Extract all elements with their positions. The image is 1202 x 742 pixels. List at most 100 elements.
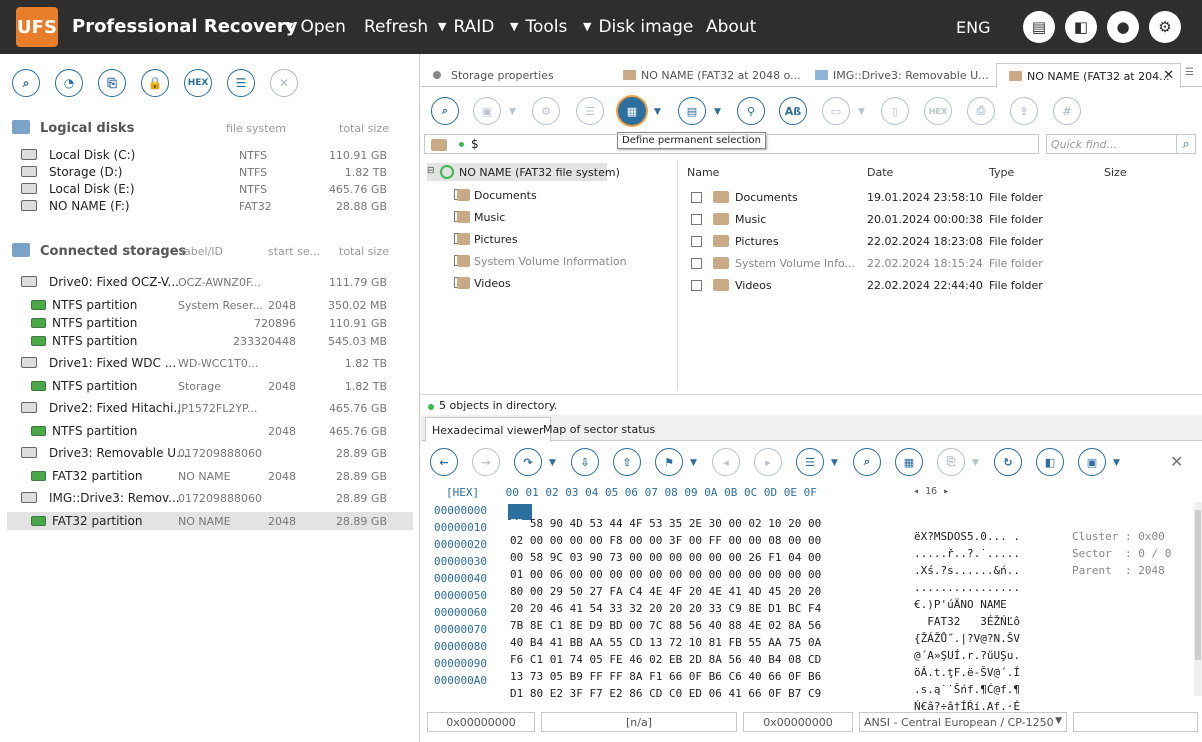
menu-raid[interactable]: ▼ RAID	[438, 17, 494, 37]
column-name[interactable]: Name	[687, 166, 719, 179]
hex-row[interactable]: 00000030 01 00 06 00 00 00 00 00 00 00 0…	[424, 555, 1194, 594]
scrollbar-thumb[interactable]	[1195, 510, 1201, 660]
drive-row[interactable]: Drive0: Fixed OCZ-V... OCZ-AWNZ0F... 111…	[7, 273, 413, 291]
tree-folder[interactable]: System Volume Information	[454, 252, 654, 270]
file-row[interactable]: Music 20.01.2024 00:00:38 File folder	[679, 209, 1199, 229]
hex-row[interactable]: 00000040 80 00 29 50 27 FA C4 4E 4F 20 4…	[424, 572, 1194, 611]
checkbox[interactable]	[691, 214, 702, 225]
value-field[interactable]: [n/a]	[541, 712, 737, 732]
list-icon[interactable]: ☰	[227, 69, 255, 97]
partition-row[interactable]: FAT32 partition NO NAME 2048 28.89 GB	[7, 467, 413, 485]
define-selection-button[interactable]: ▦	[618, 97, 646, 125]
logical-disk-row[interactable]: Local Disk (E:) NTFS 465.76 GB	[7, 180, 413, 198]
search-icon[interactable]: ⌕	[12, 69, 40, 97]
drive-row[interactable]: IMG::Drive3: Remov... 017209888060 28.89…	[7, 489, 413, 507]
tab-storage-properties[interactable]: Storage properties	[421, 63, 616, 87]
tree-folder[interactable]: Music	[454, 208, 654, 226]
hex-scrollbar[interactable]	[1194, 502, 1202, 696]
dropdown-arrow-icon[interactable]: ▼	[549, 458, 556, 468]
back-icon[interactable]: ←	[430, 448, 458, 476]
hex-viewer[interactable]: [HEX] 00 01 02 03 04 05 06 07 08 09 0A 0…	[424, 482, 1202, 713]
tab-list-icon[interactable]: ☰	[1185, 67, 1194, 78]
file-row[interactable]: Documents 19.01.2024 23:58:10 File folde…	[679, 187, 1199, 207]
tab-fat32-view[interactable]: NO NAME (FAT32 at 2048 o...	[611, 63, 801, 87]
file-row[interactable]: Videos 22.02.2024 22:44:40 File folder	[679, 275, 1199, 295]
menu-tools[interactable]: ▼ Tools	[510, 17, 567, 37]
save-icon[interactable]: ▣	[1078, 448, 1106, 476]
tree-folder[interactable]: Pictures	[454, 230, 654, 248]
scan-icon[interactable]: ◔	[55, 69, 83, 97]
dropdown-arrow-icon[interactable]: ▼	[1113, 458, 1120, 468]
hex-row[interactable]: 000000A0 D1 80 E2 3F F7 E2 86 CD C0 ED 0…	[424, 674, 1194, 713]
checklist-icon[interactable]: ☰	[576, 97, 604, 125]
dropdown-arrow-icon[interactable]: ▼	[972, 458, 979, 468]
print-icon[interactable]: ⎙	[967, 97, 995, 125]
list-icon[interactable]: ☰	[796, 448, 824, 476]
panels-icon[interactable]: ◧	[1065, 11, 1097, 43]
path-bar[interactable]: $	[424, 134, 1039, 154]
download-icon[interactable]: ⇩	[571, 448, 599, 476]
tree-root[interactable]: ⊟ NO NAME (FAT32 file system)	[427, 163, 620, 181]
lock-icon[interactable]: 🔒	[141, 69, 169, 97]
column-size[interactable]: Size	[1104, 166, 1127, 179]
hex-page-control[interactable]: ◂ 16 ▸	[913, 486, 949, 497]
hash-icon[interactable]: #	[1053, 97, 1081, 125]
checkbox[interactable]	[691, 192, 702, 203]
partition-row[interactable]: FAT32 partition NO NAME 2048 28.89 GB	[7, 512, 413, 530]
selection-icon[interactable]: ▦	[895, 448, 923, 476]
menu-open[interactable]: ▼ Open	[285, 17, 346, 37]
quick-find-input[interactable]: Quick find...	[1046, 134, 1196, 154]
hex-row[interactable]: 00000000 EB 58 90 4D 53 44 4F 53 35 2E 3…	[424, 504, 1194, 543]
settings-file-icon[interactable]: ⚙	[532, 97, 560, 125]
forward-icon[interactable]: →	[472, 448, 500, 476]
hex-row[interactable]: 00000060 7B 8E C1 8E D9 BD 00 7C 88 56 4…	[424, 606, 1194, 645]
tab-sector-map[interactable]: Map of sector status	[537, 417, 661, 441]
panel-toggle-icon[interactable]: ◧	[1036, 448, 1064, 476]
hex-row[interactable]: 00000080 F6 C1 01 74 05 FE 46 02 EB 2D 8…	[424, 640, 1194, 679]
drive-row[interactable]: Drive1: Fixed WDC ... WD-WCC1T0... 1.82 …	[7, 354, 413, 372]
offset-field[interactable]: 0x00000000	[427, 712, 535, 732]
menu-refresh[interactable]: Refresh	[364, 17, 428, 37]
checkbox[interactable]	[691, 236, 702, 247]
find-icon[interactable]: ⌕	[431, 97, 459, 125]
monitor-icon[interactable]: ▤	[1023, 11, 1055, 43]
tree-folder[interactable]: Documents	[454, 186, 654, 204]
logical-disk-row[interactable]: NO NAME (F:) FAT32 28.88 GB	[7, 197, 413, 215]
close-viewer-icon[interactable]: ✕	[1170, 452, 1183, 471]
drive-row[interactable]: Drive3: Removable U... 017209888060 28.8…	[7, 444, 413, 462]
partition-row[interactable]: NTFS partition System Reser... 2048 350.…	[7, 296, 413, 314]
dropdown-arrow-icon[interactable]: ▼	[831, 458, 838, 468]
dropdown-arrow-icon[interactable]: ▼	[858, 107, 865, 117]
copy-icon[interactable]: ⎘	[98, 69, 126, 97]
bookmark-icon[interactable]: ⚑	[655, 448, 683, 476]
hex-row[interactable]: 00000020 00 58 9C 03 90 73 00 00 00 00 0…	[424, 538, 1194, 577]
checkbox[interactable]	[691, 258, 702, 269]
view-mode-icon[interactable]: ▤	[678, 97, 706, 125]
partition-row[interactable]: NTFS partition 2048 465.76 GB	[7, 422, 413, 440]
dropdown-arrow-icon[interactable]: ▼	[509, 107, 516, 117]
dropdown-arrow-icon[interactable]: ▼	[714, 107, 721, 117]
file-row[interactable]: System Volume Info... 22.02.2024 18:15:2…	[679, 253, 1199, 273]
save-icon[interactable]: ▣	[473, 97, 501, 125]
prev-bookmark-icon[interactable]: ◂	[712, 448, 740, 476]
hex-row[interactable]: 00000010 02 00 00 00 00 F8 00 00 3F 00 F…	[424, 521, 1194, 560]
document-icon[interactable]: ▯	[881, 97, 909, 125]
goto-icon[interactable]: ↷	[514, 448, 542, 476]
gear-icon[interactable]: ⚙	[1149, 11, 1181, 43]
menu-about[interactable]: About	[706, 17, 756, 37]
hex-row[interactable]: 00000070 40 B4 41 BB AA 55 CD 13 72 10 8…	[424, 623, 1194, 662]
hex-icon[interactable]: HEX	[924, 97, 952, 125]
language-selector[interactable]: ENG	[956, 18, 990, 37]
collapse-icon[interactable]: ⊟	[427, 166, 435, 176]
extra-field[interactable]	[1073, 712, 1198, 732]
upload-icon[interactable]: ⇧	[613, 448, 641, 476]
encoding-select[interactable]: ANSI - Central European / CP-1250 ▼	[859, 712, 1067, 732]
preview-icon[interactable]: ▭	[822, 97, 850, 125]
hex-button[interactable]: HEX	[184, 69, 212, 97]
drive-row[interactable]: Drive2: Fixed Hitachi... JP1572FL2YP... …	[7, 399, 413, 417]
hex-row[interactable]: 00000050 20 20 46 41 54 33 32 20 20 20 3…	[424, 589, 1194, 628]
logical-disk-row[interactable]: Local Disk (C:) NTFS 110.91 GB	[7, 146, 413, 164]
hex-row[interactable]: 00000090 13 73 05 B9 FF FF 8A F1 66 0F B…	[424, 657, 1194, 696]
file-row[interactable]: Pictures 22.02.2024 18:23:08 File folder	[679, 231, 1199, 251]
column-date[interactable]: Date	[867, 166, 893, 179]
